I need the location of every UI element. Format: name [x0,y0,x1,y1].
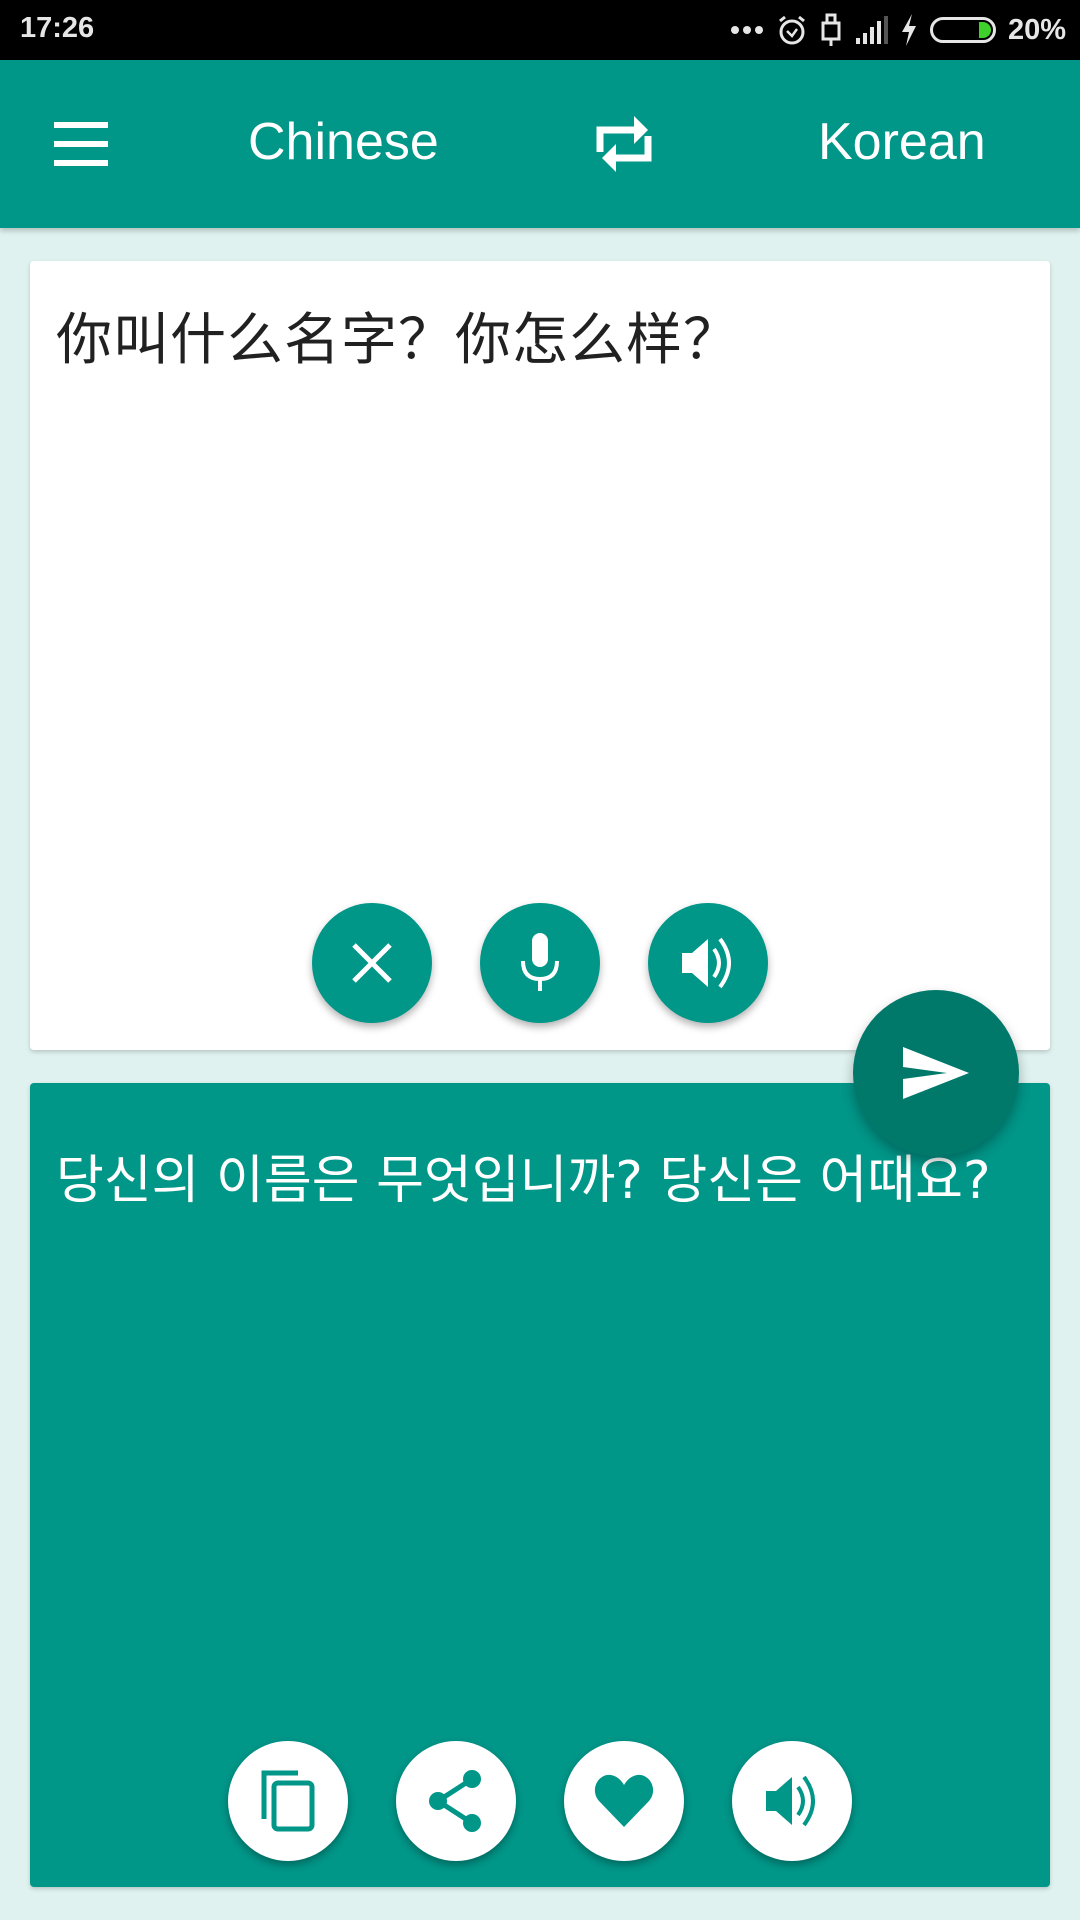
microphone-icon [521,933,559,991]
copy-button[interactable] [228,1741,348,1861]
source-input-card[interactable]: 你叫什么名字？你怎么样？ [30,261,1050,1050]
copy-icon [261,1770,315,1832]
battery-icon [929,17,996,43]
speaker-icon [682,937,731,989]
send-icon [903,1047,969,1099]
charging-bolt-icon [901,14,916,46]
translate-button[interactable] [853,990,1019,1156]
status-time: 17:26 [20,12,95,44]
translated-text: 당신의 이름은 무엇입니까? 당신은 어때요? [56,1151,991,1211]
share-button[interactable] [396,1741,516,1861]
speak-source-button[interactable] [648,903,768,1023]
speaker-icon [766,1775,815,1827]
more-dots-icon [730,26,763,34]
source-language-selector[interactable]: Chinese [248,112,439,172]
target-language-selector[interactable]: Korean [818,112,986,172]
usb-icon [821,13,841,46]
microphone-button[interactable] [480,903,600,1023]
battery-percent: 20% [1007,13,1066,46]
signal-icon [855,16,888,44]
alarm-icon [779,15,805,45]
source-text-input[interactable]: 你叫什么名字？你怎么样？ [56,295,740,376]
favorite-button[interactable] [564,1741,684,1861]
share-icon [429,1770,481,1832]
status-icons: 20% [730,10,1066,50]
toolbar: Chinese Korean [0,60,1080,228]
hamburger-menu-icon[interactable] [50,122,112,166]
heart-icon [594,1774,654,1827]
translation-output-card: 당신의 이름은 무엇입니까? 당신은 어때요? [30,1083,1050,1887]
close-icon [352,943,392,983]
speak-translation-button[interactable] [732,1741,852,1861]
clear-button[interactable] [312,903,432,1023]
swap-languages-icon[interactable] [590,112,662,176]
status-bar: 17:26 20% [0,0,1080,60]
